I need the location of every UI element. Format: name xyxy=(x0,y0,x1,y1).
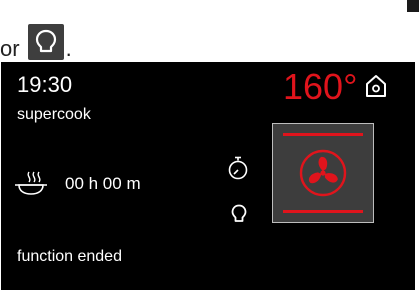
bulb-icon xyxy=(27,24,64,60)
fan-icon xyxy=(299,149,347,197)
top-heating-element xyxy=(283,133,363,136)
program-name: supercook xyxy=(17,106,91,123)
status-message: function ended xyxy=(17,248,122,265)
instruction-text-or: or xyxy=(0,36,20,61)
instruction-text-period: . xyxy=(65,36,72,61)
dish-icon xyxy=(15,171,47,195)
temperature-value[interactable]: 160° xyxy=(283,66,357,108)
home-icon[interactable] xyxy=(365,74,387,98)
light-bulb-icon[interactable] xyxy=(231,204,247,224)
clock-time: 19:30 xyxy=(17,72,73,97)
duration-value[interactable]: 00 h 00 m xyxy=(65,174,141,194)
function-tile[interactable] xyxy=(272,123,374,223)
page-corner-mark xyxy=(407,0,419,12)
oven-display: 19:30 supercook 160° 00 h 00 m function … xyxy=(1,62,415,290)
stopwatch-icon[interactable] xyxy=(228,156,248,180)
bottom-heating-element xyxy=(283,210,363,213)
instruction-line: or . xyxy=(0,20,72,60)
